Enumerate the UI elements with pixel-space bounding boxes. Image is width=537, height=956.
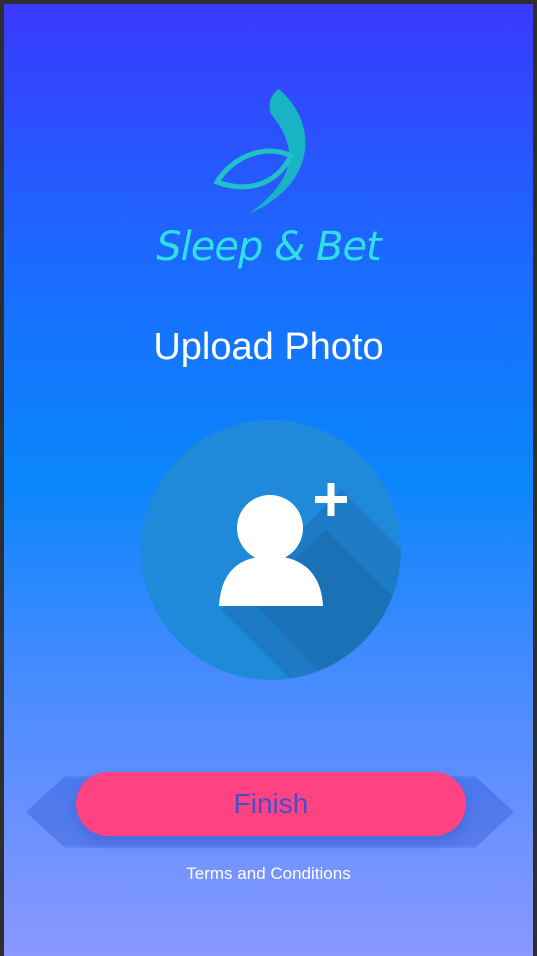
add-user-icon — [219, 483, 401, 680]
upload-photo-button[interactable] — [141, 420, 401, 680]
app-screen: Sleep & Bet Upload Photo Finish Terms an… — [4, 4, 533, 956]
page-title: Upload Photo — [153, 326, 384, 368]
terms-link[interactable]: Terms and Conditions — [4, 864, 533, 884]
finish-button[interactable]: Finish — [76, 772, 466, 836]
brand-name: Sleep & Bet — [156, 224, 381, 270]
butterfly-leaf-icon — [213, 89, 306, 214]
